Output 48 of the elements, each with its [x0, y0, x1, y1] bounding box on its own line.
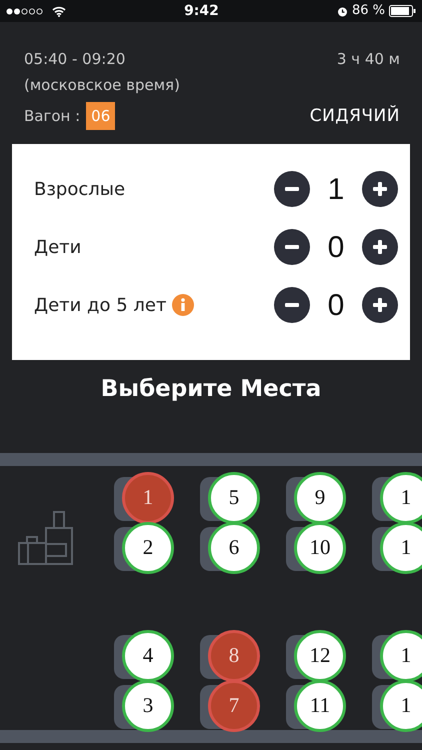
wifi-icon	[52, 6, 66, 16]
signal-icon	[6, 8, 44, 14]
seat[interactable]: 1	[380, 630, 422, 682]
passenger-count: 0	[326, 230, 346, 266]
seat[interactable]: 10	[294, 522, 346, 574]
plus-icon	[373, 298, 387, 312]
timezone-note: (московское время)	[24, 76, 180, 94]
minus-button[interactable]	[274, 229, 310, 265]
trip-duration: 3 ч 40 м	[336, 49, 400, 70]
car-type: СИДЯЧИЙ	[310, 104, 400, 128]
seat[interactable]: 9	[294, 472, 346, 524]
section-title: Выберите Места	[100, 375, 322, 404]
battery-percent: 86 %	[352, 2, 385, 20]
passenger-label: Дети	[34, 236, 82, 260]
seat[interactable]: 1	[380, 472, 422, 524]
plus-icon	[373, 182, 387, 196]
passenger-label: Дети до 5 лет	[34, 294, 166, 318]
seat[interactable]: 1	[380, 680, 422, 732]
seat[interactable]: 7	[208, 680, 260, 732]
minus-button[interactable]	[274, 171, 310, 207]
seat[interactable]: 8	[208, 630, 260, 682]
passenger-count: 0	[326, 288, 346, 324]
car-number: 06	[86, 102, 116, 130]
seat[interactable]: 12	[294, 630, 346, 682]
plus-button[interactable]	[362, 287, 398, 323]
car-label: Вагон :	[24, 106, 80, 127]
seat[interactable]: 5	[208, 472, 260, 524]
seat[interactable]: 2	[122, 522, 174, 574]
seat[interactable]: 4	[122, 630, 174, 682]
minus-button[interactable]	[274, 287, 310, 323]
trip-times: 05:40 - 09:20	[24, 49, 126, 70]
plus-button[interactable]	[362, 171, 398, 207]
battery-icon	[388, 5, 416, 17]
minus-icon	[285, 187, 299, 191]
seat[interactable]: 6	[208, 522, 260, 574]
seat[interactable]: 1	[122, 472, 174, 524]
seat[interactable]: 1	[380, 522, 422, 574]
plus-icon	[373, 240, 387, 254]
seat[interactable]: 11	[294, 680, 346, 732]
status-time: 9:42	[184, 2, 219, 20]
minus-icon	[285, 303, 299, 307]
alarm-icon	[336, 6, 348, 16]
passenger-count: 1	[326, 172, 346, 208]
luggage-icon	[18, 510, 74, 566]
plus-button[interactable]	[362, 229, 398, 265]
minus-icon	[285, 245, 299, 249]
passenger-label: Взрослые	[34, 178, 126, 202]
seat[interactable]: 3	[122, 680, 174, 732]
